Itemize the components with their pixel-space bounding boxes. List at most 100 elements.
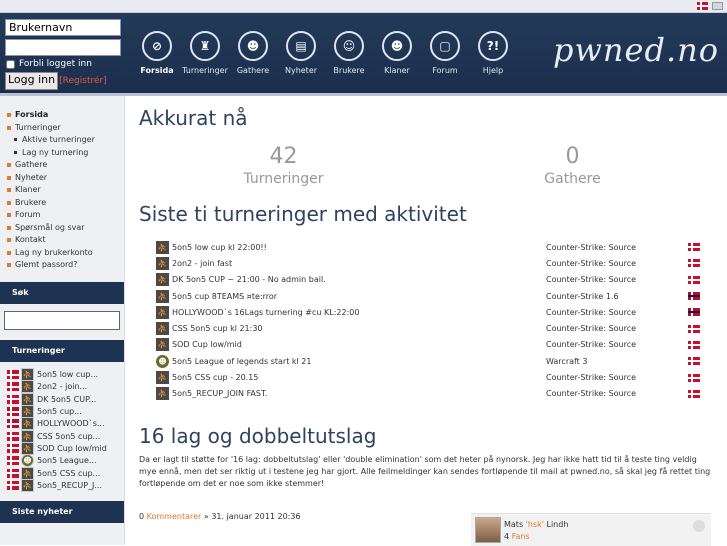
tournament-name[interactable]: HOLLYWOOD`s 16Lags turnering #cu KL:22:0… (172, 308, 546, 317)
tournament-name[interactable]: 5on5_RECUP_JOIN FAST. (172, 389, 546, 398)
tournament-name[interactable]: DK 5on5 CUP ~ 21:00 - No admin bail. (172, 275, 546, 284)
english-flag-icon[interactable] (712, 2, 723, 10)
trophy-icon: ♜ (190, 31, 220, 61)
password-input[interactable] (5, 39, 121, 56)
nav-forsida[interactable]: ⊘ Forsida (133, 31, 181, 75)
danish-flag-icon (688, 373, 700, 382)
sidebar-item-gathere[interactable]: Gathere (0, 159, 124, 172)
tournament-count-label: Turneringer (243, 171, 324, 187)
css-game-icon: ⛹ (21, 368, 34, 382)
sidebar-item-turneringer[interactable]: Turneringer (0, 122, 124, 135)
nav-label: Klaner (384, 66, 410, 75)
avatar[interactable] (475, 517, 501, 543)
tournament-name[interactable]: 2on2 - join fast (172, 259, 546, 268)
sidebar-tournament[interactable]: ⛹ HOLLYWOOD`s... (0, 417, 124, 431)
table-row[interactable]: ⛹ 5on5_RECUP_JOIN FAST. Counter-Strike: So… (139, 386, 717, 402)
sidebar-item-forgot-password[interactable]: Glemt passord? (0, 259, 124, 272)
username-input[interactable] (5, 19, 121, 36)
tournament-name[interactable]: SOD Cup low/mid (172, 340, 546, 349)
css-game-icon: ⛹ (21, 429, 34, 443)
danish-flag-icon[interactable] (697, 2, 708, 10)
sidebar-tournament-list: ⛹ 5on5 low cup... ⛹ 2on2 - join... ⛹ DK 5on… (0, 368, 124, 492)
table-row[interactable]: ☻ 5on5 League of legends start kl 21 Warcr… (139, 353, 717, 369)
table-row[interactable]: ⛹ SOD Cup low/mid Counter-Strike: Source (139, 337, 717, 353)
danish-flag-icon (7, 468, 19, 478)
sidebar-item-faq[interactable]: Spørsmål og svar (0, 222, 124, 235)
sidebar-tournament[interactable]: ⛹ 5on5 low cup... (0, 368, 124, 382)
site-logo[interactable]: pwned.no (553, 31, 719, 69)
danish-flag-icon (7, 382, 19, 392)
author-name[interactable]: Mats 'hsk' Lindh (504, 520, 568, 529)
table-row[interactable]: ⛹ 5on5 low cup kl 22:00!! Counter-Strike: … (139, 239, 717, 255)
nav-forum[interactable]: ▢ Forum (421, 31, 469, 75)
sidebar-item-forum[interactable]: Forum (0, 209, 124, 222)
clan-icon: ☻ (382, 31, 412, 61)
nav-nyheter[interactable]: ▤ Nyheter (277, 31, 325, 75)
news-heading: Siste nyheter (0, 501, 124, 524)
fans-count: 4 (504, 532, 510, 541)
gather-count[interactable]: 0 Gathere (428, 144, 717, 187)
table-row[interactable]: ⛹ 5on5 cup 8TEAMS ¤te:rror Counter-Strike … (139, 288, 717, 304)
tournament-count[interactable]: 42 Turneringer (139, 144, 428, 187)
nav-label: Forsida (140, 66, 174, 75)
news-title[interactable]: 16 lag og dobbeltutslag (139, 424, 717, 448)
nav-hjelp[interactable]: ?! Hjelp (469, 31, 517, 75)
nav-turneringer[interactable]: ♜ Turneringer (181, 31, 229, 75)
danish-flag-icon (7, 431, 19, 441)
tournament-name[interactable]: 5on5 cup 8TEAMS ¤te:rror (172, 292, 546, 301)
sidebar-tournament[interactable]: ⛹ 5on5 CSS cup... (0, 466, 124, 480)
sidebar-tournament[interactable]: ⛹ DK 5on5 CUP... (0, 392, 124, 406)
sidebar-item-register[interactable]: Lag ny brukerkonto (0, 247, 124, 260)
table-row[interactable]: ⛹ DK 5on5 CUP ~ 21:00 - No admin bail. Cou… (139, 272, 717, 288)
sidebar-tournament[interactable]: ⛹ 5on5_RECUP_J... (0, 478, 124, 492)
sidebar-item-brukere[interactable]: Brukere (0, 197, 124, 210)
css-game-icon: ⛹ (156, 240, 169, 254)
sidebar-tournament[interactable]: ⛹ SOD Cup low/mid (0, 441, 124, 455)
remember-checkbox[interactable] (6, 59, 15, 69)
search-input[interactable] (4, 310, 120, 330)
nav-brukere[interactable]: ☺ Brukere (325, 31, 373, 75)
login-row: Logg inn [Registrér] (5, 72, 123, 90)
table-row[interactable]: ⛹ HOLLYWOOD`s 16Lags turnering #cu KL:22:… (139, 304, 717, 320)
now-heading: Akkurat nå (139, 106, 248, 130)
danish-flag-icon (688, 324, 700, 333)
danish-flag-icon (688, 357, 700, 366)
remember-me[interactable]: Forbli logget inn (5, 59, 123, 69)
danish-flag-icon (688, 275, 700, 284)
nav-gathere[interactable]: ☻ Gathere (229, 31, 277, 75)
main-content: Akkurat nå 42 Turneringer 0 Gathere Sist… (139, 96, 717, 521)
sidebar-item-nyheter[interactable]: Nyheter (0, 172, 124, 185)
sidebar-item-forsida[interactable]: Forsida (0, 109, 124, 122)
sidebar-tournament-label: 5on5 low cup... (37, 370, 99, 380)
sidebar-tournament[interactable]: ☻ 5on5 League... (0, 454, 124, 468)
sidebar-item-kontakt[interactable]: Kontakt (0, 234, 124, 247)
sidebar-tournament[interactable]: ⛹ 5on5 cup... (0, 405, 124, 419)
nav-label: Forum (432, 66, 458, 75)
tournament-name[interactable]: 5on5 CSS cup - 20.15 (172, 373, 546, 382)
author-box: Mats 'hsk' Lindh 4 Fans (471, 513, 711, 546)
gather-count-label: Gathere (544, 171, 601, 187)
css-game-icon: ⛹ (21, 380, 34, 394)
sidebar-tournament[interactable]: ⛹ 2on2 - join... (0, 380, 124, 394)
tournament-name[interactable]: 5on5 League of legends start kl 21 (172, 357, 546, 366)
table-row[interactable]: ⛹ 5on5 CSS cup - 20.15 Counter-Strike: Sou… (139, 369, 717, 385)
comments-link[interactable]: Kommentarer (147, 512, 202, 521)
table-row[interactable]: ⛹ CSS 5on5 cup kl 21:30 Counter-Strike: So… (139, 320, 717, 336)
css-game-icon: ⛹ (21, 478, 34, 492)
game-name: Counter-Strike: Source (546, 373, 637, 383)
help-icon: ?! (478, 31, 508, 61)
fans-link[interactable]: Fans (512, 532, 530, 541)
register-link[interactable]: [Registrér] (59, 76, 107, 86)
tournament-name[interactable]: CSS 5on5 cup kl 21:30 (172, 324, 546, 333)
sidebar-item-aktive-turneringer[interactable]: Aktive turneringer (0, 134, 124, 147)
tournament-name[interactable]: 5on5 low cup kl 22:00!! (172, 243, 546, 252)
table-row[interactable]: ⛹ 2on2 - join fast Counter-Strike: Source (139, 255, 717, 271)
nav-klaner[interactable]: ☻ Klaner (373, 31, 421, 75)
sidebar-tournament-label: DK 5on5 CUP... (37, 394, 97, 404)
sidebar-tournament[interactable]: ⛹ CSS 5on5 cup... (0, 429, 124, 443)
sidebar-item-klaner[interactable]: Klaner (0, 184, 124, 197)
sidebar-item-lag-ny-turnering[interactable]: Lag ny turnering (0, 147, 124, 160)
login-button[interactable]: Logg inn (5, 72, 59, 90)
helmet-icon: ⊘ (142, 31, 172, 61)
like-icon[interactable] (693, 520, 705, 532)
